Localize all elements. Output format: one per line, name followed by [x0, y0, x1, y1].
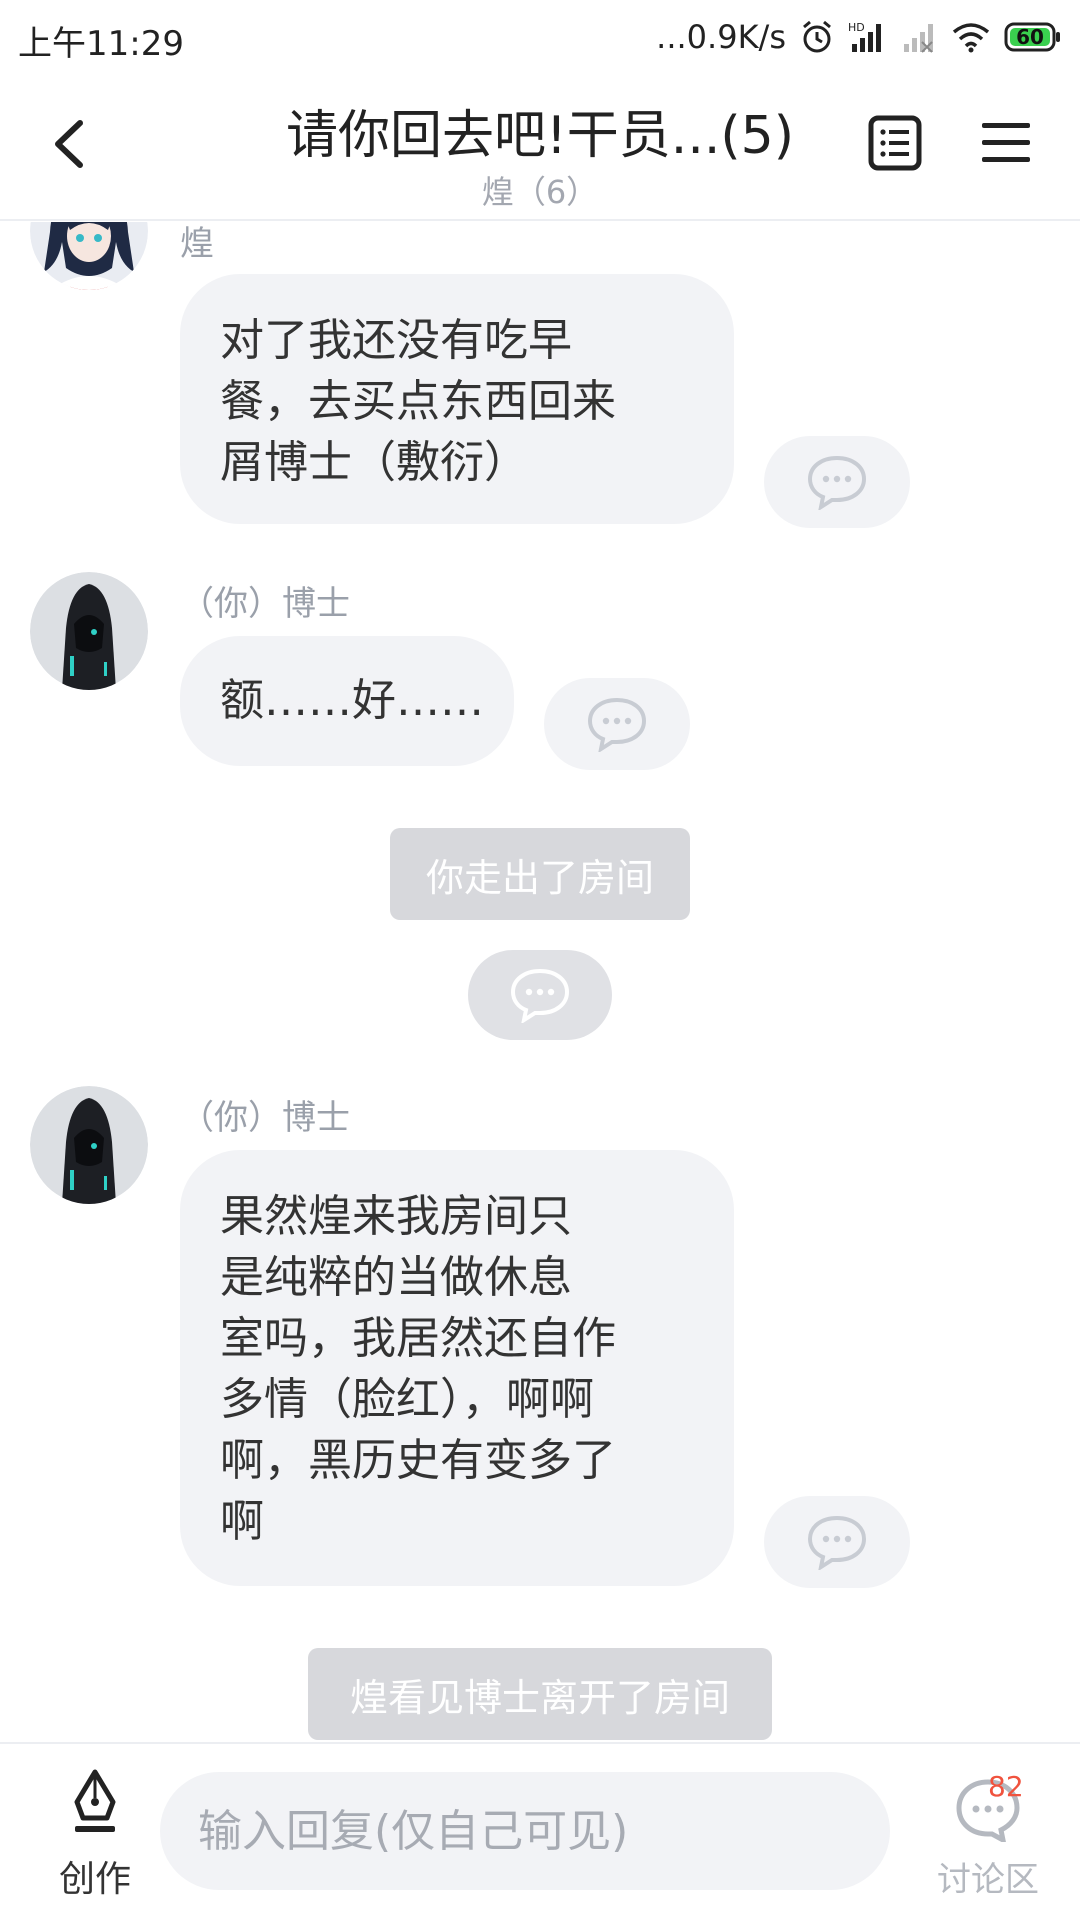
discussion-button[interactable]: 82 讨论区 — [918, 1764, 1058, 1904]
status-bar: 上午11:29 ...0.9K/s HD 60 — [0, 0, 1080, 75]
message-bubble[interactable]: 对了我还没有吃早 餐，去买点东西回来 屑博士（敷衍） — [180, 274, 734, 524]
message-bubble[interactable]: 果然煌来我房间只 是纯粹的当做休息 室吗，我居然还自作 多情（脸红），啊啊 啊，… — [180, 1150, 734, 1586]
network-speed: ...0.9K/s — [656, 18, 786, 56]
signal-off-icon — [904, 24, 933, 53]
sender-name: 煌 — [180, 224, 214, 264]
create-label: 创作 — [58, 1859, 131, 1900]
chat-area[interactable]: 煌 对了我还没有吃早 餐，去买点东西回来 屑博士（敷衍） （你）博士 额……好…… — [0, 222, 1080, 1742]
sender-name: （你）博士 — [180, 1098, 350, 1138]
system-notice: 你走出了房间 — [390, 828, 690, 920]
system-notice: 煌看见博士离开了房间 — [308, 1648, 772, 1740]
avatar[interactable] — [30, 1086, 148, 1204]
comment-button[interactable] — [764, 1496, 910, 1588]
unread-badge: 82 — [988, 1770, 1024, 1803]
comment-button[interactable] — [468, 950, 612, 1040]
avatar[interactable] — [30, 222, 148, 290]
menu-icon[interactable] — [980, 119, 1032, 167]
reply-input[interactable] — [160, 1772, 890, 1890]
status-icons: ...0.9K/s HD 60 — [656, 14, 1062, 60]
status-time: 上午11:29 — [18, 24, 184, 64]
message-bubble[interactable]: 额……好…… — [180, 636, 514, 766]
battery-level: 60 — [1016, 25, 1044, 49]
list-icon[interactable] — [868, 115, 922, 171]
chat-header: 请你回去吧!干员...(5) 煌（6） — [0, 75, 1080, 221]
bottom-bar: 创作 82 讨论区 — [0, 1742, 1080, 1920]
avatar[interactable] — [30, 572, 148, 690]
alarm-icon — [803, 20, 831, 53]
comment-icon — [510, 968, 570, 1023]
create-button[interactable]: 创作 — [40, 1768, 150, 1900]
comment-icon — [807, 455, 867, 510]
chat-subtitle: 煌（6） — [481, 173, 599, 211]
comment-icon — [587, 697, 647, 752]
battery-icon: 60 — [1004, 22, 1062, 52]
comment-icon — [807, 1515, 867, 1570]
comment-button[interactable] — [544, 678, 690, 770]
wifi-icon — [952, 23, 990, 53]
chat-title: 请你回去吧!干员...(5) — [285, 106, 795, 166]
back-icon[interactable] — [40, 109, 96, 179]
hd-signal-icon: HD — [848, 21, 881, 52]
sender-name: （你）博士 — [180, 584, 350, 624]
discussion-label: 讨论区 — [937, 1860, 1039, 1900]
pen-icon — [74, 1769, 116, 1832]
comment-button[interactable] — [764, 436, 910, 528]
svg-text:HD: HD — [848, 21, 865, 34]
